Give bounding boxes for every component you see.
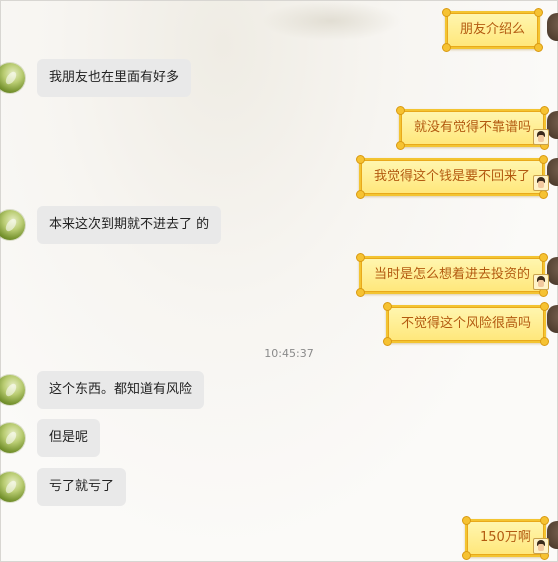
contact-avatar[interactable] bbox=[0, 63, 25, 93]
message-text: 但是呢 bbox=[49, 430, 89, 445]
message-text: 这个东西。都知道有风险 bbox=[49, 382, 193, 397]
bubble-corner-decoration bbox=[539, 516, 549, 525]
background-decoration bbox=[261, 1, 401, 41]
message-bubble-out[interactable]: 就没有觉得不靠谱吗 bbox=[395, 106, 550, 150]
message-bubble-in[interactable]: 本来这次到期就不进去了 的 bbox=[37, 206, 222, 244]
user-avatar[interactable] bbox=[547, 13, 558, 41]
message-bubble-in[interactable]: 我朋友也在里面有好多 bbox=[37, 59, 192, 97]
bubble-corner-decoration bbox=[356, 190, 365, 199]
message-text: 我觉得这个钱是要不回来了 bbox=[374, 169, 531, 184]
user-mini-avatar-icon bbox=[533, 175, 549, 191]
contact-avatar[interactable] bbox=[0, 472, 25, 502]
message-bubble-out[interactable]: 朋友介绍么 bbox=[441, 8, 544, 52]
user-mini-avatar-icon bbox=[533, 129, 549, 145]
chat-window: 朋友介绍么 我朋友也在里面有好多 就没有觉得不靠谱吗 我觉得这个钱是要不回来了 bbox=[0, 0, 558, 562]
bubble-corner-decoration bbox=[462, 551, 471, 560]
bubble-corner-decoration bbox=[539, 155, 549, 164]
message-bubble-out[interactable]: 我觉得这个钱是要不回来了 bbox=[355, 155, 549, 199]
message-bubble-in[interactable]: 但是呢 bbox=[37, 419, 101, 457]
contact-avatar[interactable] bbox=[0, 210, 25, 240]
message-timestamp: 10:45:37 bbox=[264, 347, 314, 360]
message-bubble-out[interactable]: 不觉得这个风险很高吗 bbox=[382, 302, 550, 346]
message-bubble-in[interactable]: 这个东西。都知道有风险 bbox=[37, 371, 205, 409]
bubble-corner-decoration bbox=[442, 43, 451, 52]
message-bubble-in[interactable]: 亏了就亏了 bbox=[37, 468, 127, 506]
bubble-corner-decoration bbox=[539, 253, 549, 262]
bubble-corner-decoration bbox=[396, 141, 405, 150]
bubble-corner-decoration bbox=[383, 337, 392, 346]
message-text: 亏了就亏了 bbox=[49, 479, 115, 494]
user-avatar[interactable] bbox=[547, 305, 558, 333]
message-text: 150万啊 bbox=[480, 530, 531, 545]
contact-avatar[interactable] bbox=[0, 423, 25, 453]
message-text: 当时是怎么想着进去投资的 bbox=[374, 267, 531, 282]
bubble-corner-decoration bbox=[356, 288, 365, 297]
message-text: 不觉得这个风险很高吗 bbox=[401, 316, 532, 331]
message-bubble-out[interactable]: 当时是怎么想着进去投资的 bbox=[355, 253, 549, 297]
message-text: 本来这次到期就不进去了 的 bbox=[49, 217, 210, 232]
message-text: 我朋友也在里面有好多 bbox=[49, 70, 180, 85]
contact-avatar[interactable] bbox=[0, 375, 25, 405]
user-mini-avatar-icon bbox=[533, 274, 549, 290]
message-text: 就没有觉得不靠谱吗 bbox=[414, 120, 532, 135]
bubble-corner-decoration bbox=[540, 106, 550, 115]
message-text: 朋友介绍么 bbox=[460, 22, 526, 37]
bubble-corner-decoration bbox=[534, 8, 544, 17]
user-mini-avatar-icon bbox=[533, 538, 549, 554]
